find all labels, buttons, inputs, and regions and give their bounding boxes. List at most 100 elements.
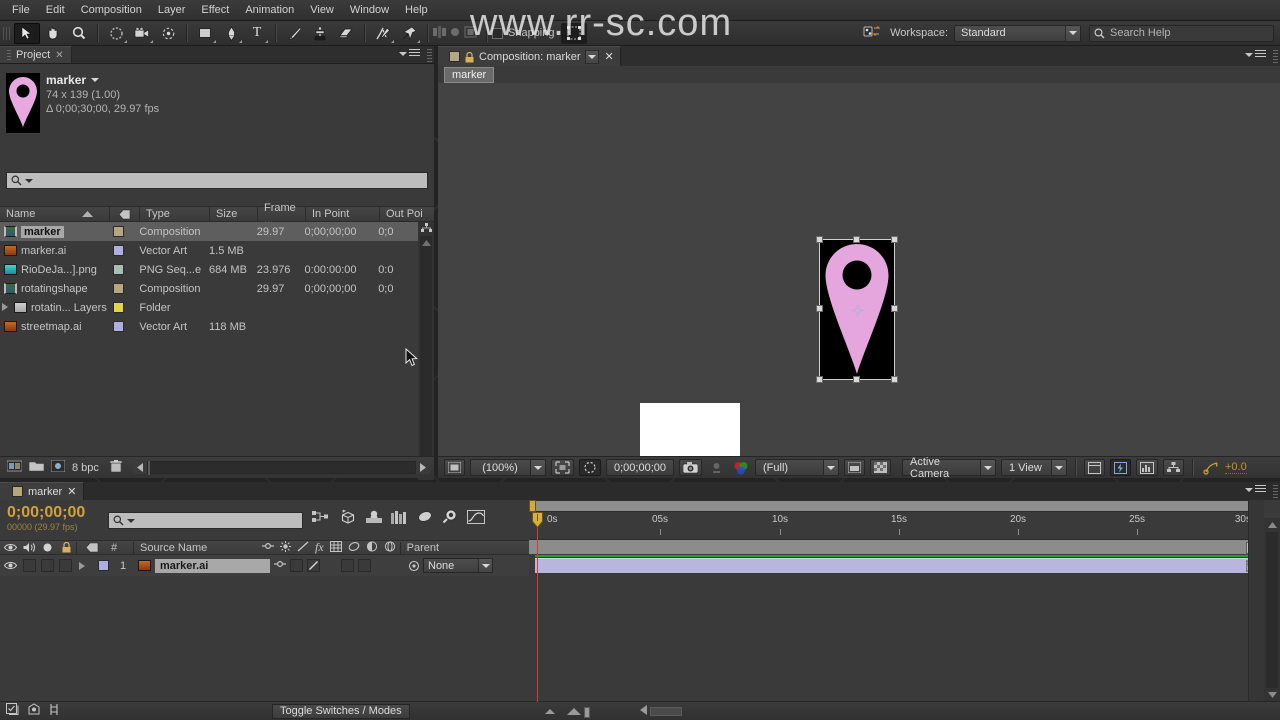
toggle-switches-icon[interactable]: [6, 703, 20, 719]
zoom-dropdown[interactable]: (100%): [470, 459, 546, 476]
zoom-out-icon[interactable]: [545, 708, 555, 714]
table-row[interactable]: rotatin... Layers Folder: [0, 298, 418, 317]
pixel-aspect-correction-icon[interactable]: [1084, 459, 1105, 476]
layer-switch-quality[interactable]: [307, 559, 320, 572]
label-swatch[interactable]: [113, 302, 125, 313]
snapping-checkbox[interactable]: [492, 27, 503, 39]
layer-visibility-toggle[interactable]: [0, 561, 20, 570]
layer-solo-toggle[interactable]: [40, 559, 54, 572]
menu-item-file[interactable]: File: [4, 2, 38, 18]
motion-blur-icon[interactable]: [416, 510, 433, 526]
menu-item-help[interactable]: Help: [397, 2, 436, 18]
composition-mini-flowchart-icon[interactable]: [312, 510, 330, 527]
column-header-out-point[interactable]: Out Poi: [380, 207, 434, 221]
composition-viewport[interactable]: [438, 83, 1280, 456]
puppet-pin-tool[interactable]: [396, 23, 422, 44]
frame-blending-icon[interactable]: [391, 510, 407, 527]
project-panel-menu[interactable]: [399, 49, 420, 58]
project-panel-grip[interactable]: [427, 49, 432, 62]
table-row[interactable]: RioDeJa...].png PNG Seq...e 684 MB 23.97…: [0, 260, 418, 279]
chevron-down-icon[interactable]: [127, 518, 135, 523]
menu-item-edit[interactable]: Edit: [38, 2, 73, 18]
bit-depth-label[interactable]: 8 bpc: [72, 462, 99, 474]
scroll-right-arrow[interactable]: [416, 461, 430, 474]
timeline-vertical-scrollbar[interactable]: [1264, 518, 1280, 702]
flow-icon[interactable]: [420, 222, 432, 234]
exposure-value[interactable]: +0.0: [1225, 461, 1247, 474]
selection-handle[interactable]: [891, 305, 898, 312]
disclosure-triangle-icon[interactable]: [0, 302, 10, 314]
transform-box-icon[interactable]: [560, 22, 587, 44]
tab-composition-marker[interactable]: Composition: marker ✕: [438, 46, 621, 66]
work-area-start-handle[interactable]: [529, 500, 536, 512]
timeline-ruler[interactable]: 0s 05s 10s 15s 20s 25s 30s: [529, 512, 1264, 540]
close-icon[interactable]: ✕: [67, 485, 76, 498]
timeline-hscroll-thumb[interactable]: [650, 706, 682, 716]
scroll-left-arrow[interactable]: [132, 461, 147, 474]
composition-panel-grip[interactable]: [1273, 50, 1278, 63]
new-folder-icon[interactable]: [28, 460, 45, 475]
layer-switch-motionblur[interactable]: [358, 559, 371, 572]
column-header-source-name[interactable]: Source Name: [134, 542, 259, 554]
breadcrumb-item-marker[interactable]: marker: [444, 66, 495, 83]
project-horizontal-scrollbar[interactable]: [132, 461, 430, 475]
column-header-index[interactable]: #: [107, 542, 133, 554]
tab-timeline-marker[interactable]: marker ✕: [0, 482, 85, 500]
scroll-up-arrow[interactable]: [1264, 518, 1280, 532]
column-header-type[interactable]: Type: [140, 207, 210, 221]
brush-tool[interactable]: [281, 23, 307, 44]
column-header-size[interactable]: Size: [210, 207, 258, 221]
zoom-in-icon[interactable]: [567, 707, 581, 715]
align-icon[interactable]: [433, 25, 446, 41]
workspace-dropdown[interactable]: Standard: [954, 24, 1081, 42]
close-icon[interactable]: ✕: [604, 50, 613, 63]
exposure-icon[interactable]: [1201, 461, 1220, 475]
layer-lock-toggle[interactable]: [58, 559, 72, 572]
video-eye-icon[interactable]: [0, 543, 20, 552]
layer-parent-dropdown[interactable]: None: [423, 558, 493, 573]
comp-timecode[interactable]: 0;00;00;00: [606, 459, 674, 476]
hide-shy-layers-icon[interactable]: [366, 510, 382, 527]
column-header-name[interactable]: Name: [0, 207, 110, 221]
new-comp-icon[interactable]: [6, 460, 23, 475]
selection-handle[interactable]: [891, 236, 898, 243]
table-row[interactable]: marker.ai Vector Art 1.5 MB: [0, 241, 418, 260]
project-search-input[interactable]: [6, 172, 428, 189]
snapshot-camera-icon[interactable]: [679, 459, 702, 476]
table-row[interactable]: marker Composition 29.97 0;00;00;00 0;0: [0, 222, 418, 241]
timeline-search-input[interactable]: [108, 512, 303, 529]
always-preview-icon[interactable]: [444, 459, 465, 476]
graph-toggle-icon[interactable]: [48, 703, 60, 719]
layer-label-swatch[interactable]: [97, 560, 109, 571]
delete-icon[interactable]: [109, 459, 123, 476]
column-header-in-point[interactable]: In Point: [306, 207, 380, 221]
chevron-down-icon[interactable]: [91, 78, 100, 82]
tab-project[interactable]: Project ✕: [0, 46, 72, 63]
camera-tool[interactable]: [129, 23, 155, 44]
draft-3d-icon[interactable]: [339, 509, 357, 527]
layer-switch-frameblend[interactable]: [341, 559, 354, 572]
camera-view-dropdown[interactable]: Active Camera: [902, 456, 996, 480]
close-icon[interactable]: ✕: [55, 50, 63, 61]
column-header-label-color[interactable]: [110, 207, 140, 221]
timeline-layer-row[interactable]: 1 marker.ai None: [0, 555, 529, 576]
clone-stamp-tool[interactable]: [307, 23, 333, 44]
transparency-grid-icon[interactable]: [579, 459, 601, 476]
selection-handle[interactable]: [853, 236, 860, 243]
menu-item-window[interactable]: Window: [342, 2, 397, 18]
timeline-work-area-bar[interactable]: [529, 500, 1264, 512]
comp-flowchart-icon[interactable]: [1163, 459, 1184, 476]
timeline-chart-icon[interactable]: [1136, 459, 1158, 476]
chevron-down-icon[interactable]: [25, 178, 33, 183]
eraser-tool[interactable]: [333, 23, 359, 44]
solo-icon[interactable]: [38, 542, 56, 553]
brainstorm-icon[interactable]: [442, 509, 458, 527]
menu-item-view[interactable]: View: [302, 2, 342, 18]
timeline-panel-menu[interactable]: [1245, 485, 1266, 494]
workspace-switch-icon[interactable]: [863, 25, 882, 42]
selection-tool[interactable]: [14, 22, 40, 44]
animation-presets-icon[interactable]: [27, 703, 41, 719]
fast-previews-icon[interactable]: [1110, 459, 1131, 476]
selection-handle[interactable]: [816, 305, 823, 312]
current-time-indicator[interactable]: [532, 512, 543, 529]
